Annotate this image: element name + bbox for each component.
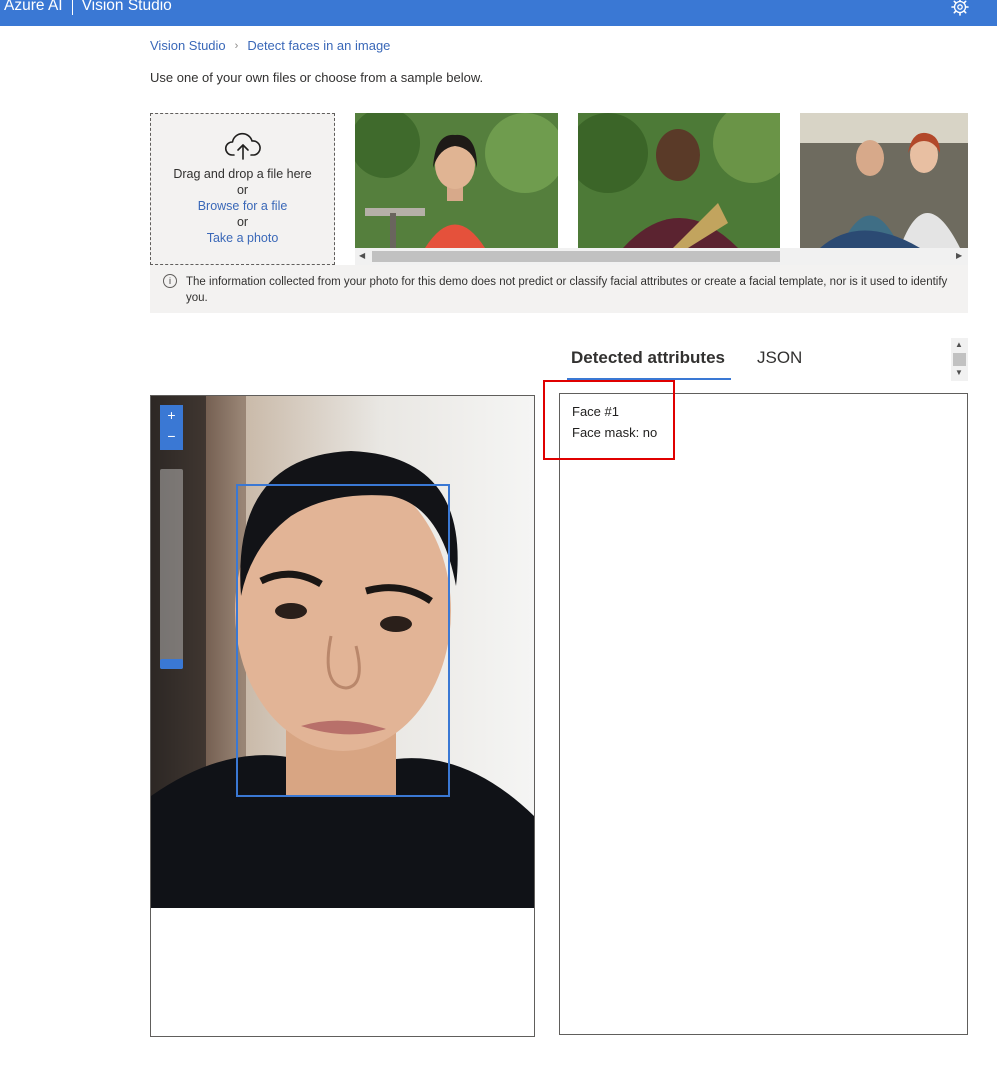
- drop-instruction: Drag and drop a file here: [173, 167, 312, 181]
- image-viewer: + −: [150, 395, 535, 1037]
- privacy-notice-text: The information collected from your phot…: [186, 276, 948, 304]
- intro-text: Use one of your own files or choose from…: [150, 70, 484, 85]
- sample-photo-man-with-fan[interactable]: [578, 113, 780, 248]
- brand-primary: Azure AI: [4, 0, 63, 14]
- zoom-slider[interactable]: [160, 469, 183, 669]
- tab-json[interactable]: JSON: [757, 348, 802, 368]
- brand-secondary: Vision Studio: [81, 0, 172, 14]
- samples-horizontal-scrollbar[interactable]: ◀ ▶: [355, 248, 968, 265]
- scrollbar-thumb[interactable]: [953, 353, 966, 366]
- zoom-slider-handle[interactable]: [160, 659, 183, 669]
- sample-photo-woman-red-top[interactable]: [355, 113, 558, 248]
- or-separator: or: [236, 183, 249, 197]
- breadcrumb-current-link[interactable]: Detect faces in an image: [247, 38, 390, 53]
- info-icon: i: [163, 274, 177, 288]
- face-bounding-box: [236, 484, 450, 797]
- chevron-right-icon: ›: [234, 39, 239, 52]
- scroll-left-icon[interactable]: ◀: [359, 251, 365, 260]
- detected-attributes-panel: Face #1 Face mask: no: [559, 393, 968, 1035]
- scroll-right-icon[interactable]: ▶: [956, 251, 962, 260]
- sample-photo-two-women[interactable]: [800, 113, 968, 248]
- tab-detected-attributes[interactable]: Detected attributes: [571, 348, 725, 368]
- breadcrumb: Vision Studio › Detect faces in an image: [150, 38, 390, 53]
- zoom-out-button[interactable]: −: [160, 426, 183, 447]
- zoom-controls: + −: [160, 405, 183, 450]
- scroll-up-icon[interactable]: ▲: [955, 340, 963, 349]
- brand[interactable]: Azure AI Vision Studio: [4, 0, 172, 15]
- scroll-down-icon[interactable]: ▼: [955, 368, 963, 377]
- brand-divider: [71, 0, 73, 15]
- tabs-vertical-scrollbar[interactable]: ▲ ▼: [951, 338, 968, 381]
- take-photo-link[interactable]: Take a photo: [151, 230, 334, 246]
- browse-file-link[interactable]: Browse for a file: [151, 198, 334, 214]
- privacy-notice: i The information collected from your ph…: [150, 265, 968, 313]
- cloud-upload-icon: [224, 132, 261, 160]
- file-drop-zone[interactable]: Drag and drop a file here or Browse for …: [150, 113, 335, 265]
- scrollbar-thumb[interactable]: [372, 251, 780, 262]
- or-separator: or: [236, 215, 249, 229]
- highlight-annotation-box: [543, 380, 675, 460]
- analyzed-photo: + −: [151, 396, 534, 908]
- breadcrumb-home-link[interactable]: Vision Studio: [150, 38, 226, 53]
- top-bar: Azure AI Vision Studio: [0, 0, 997, 26]
- zoom-in-button[interactable]: +: [160, 405, 183, 426]
- gear-icon[interactable]: [950, 0, 970, 17]
